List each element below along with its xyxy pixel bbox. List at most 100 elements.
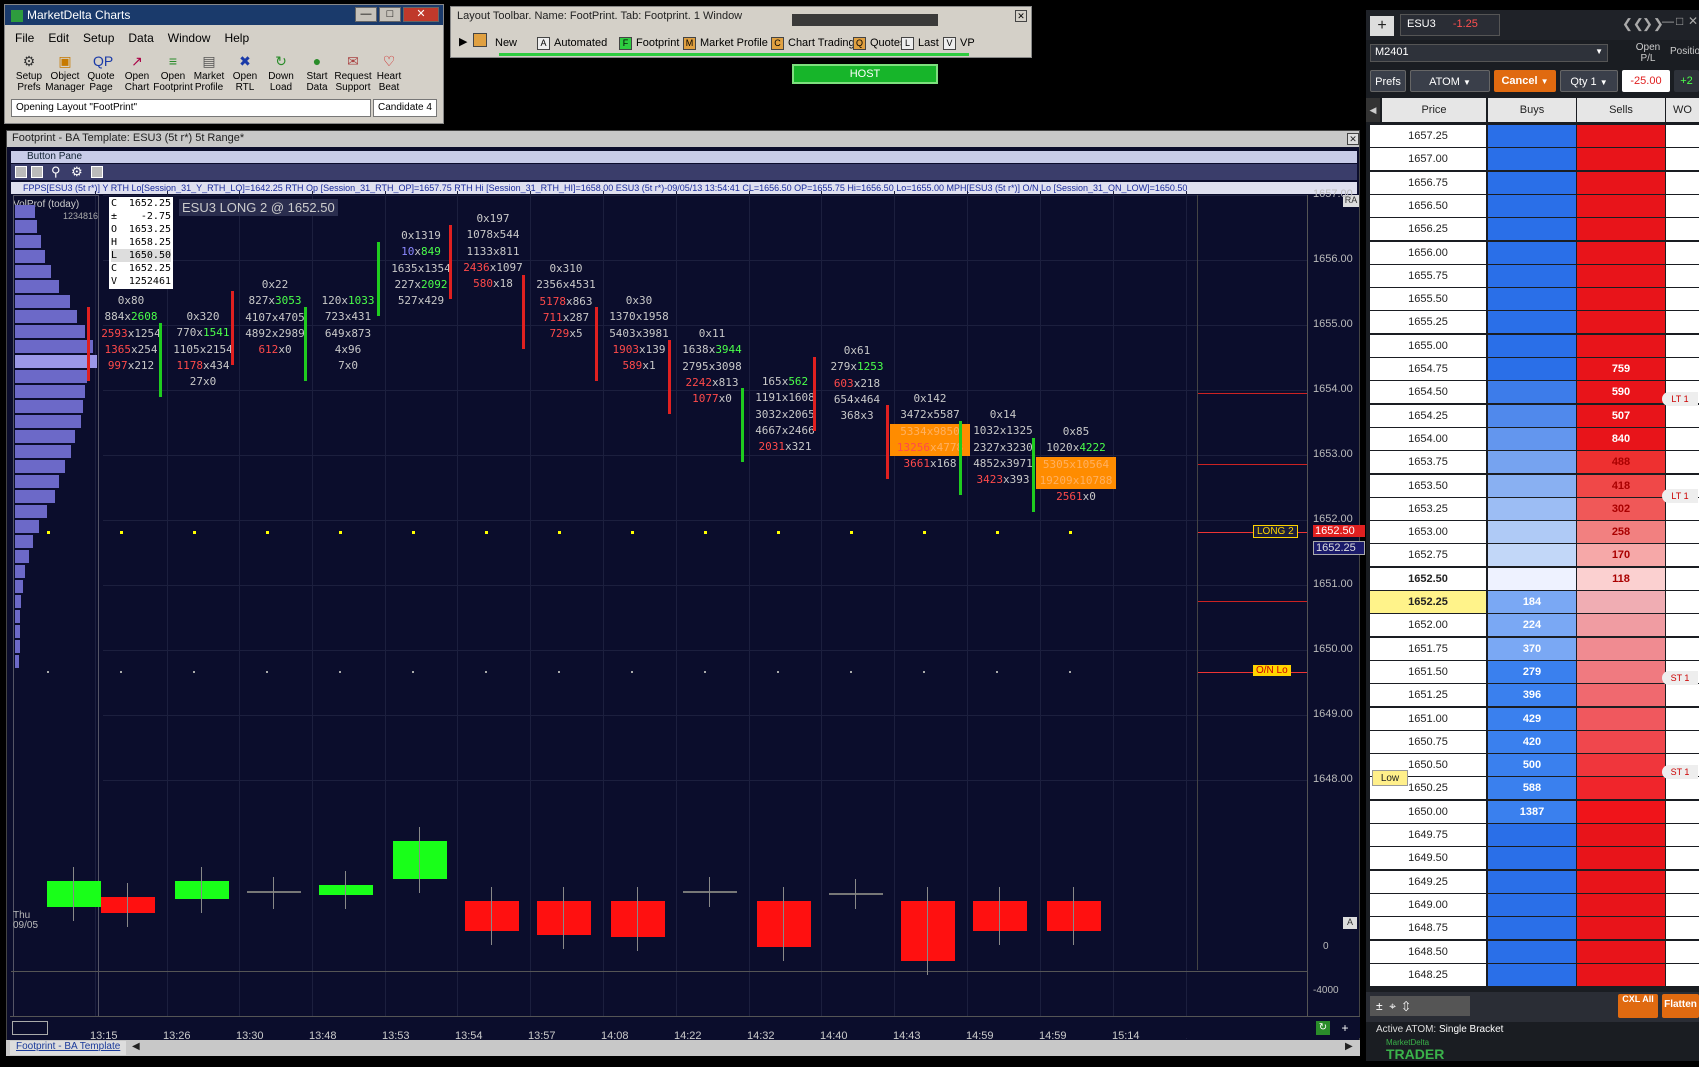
dom-sell-cell[interactable] [1577, 288, 1665, 311]
chart-title[interactable]: Footprint - BA Template: ESU3 (5t r*) 5t… [7, 131, 1359, 147]
dom-row[interactable]: 1654.25 507 [1366, 404, 1699, 428]
account-select[interactable]: M2401 ▼ [1370, 44, 1608, 62]
dom-wo-cell[interactable] [1666, 544, 1699, 567]
dom-sell-cell[interactable] [1577, 241, 1665, 264]
dom-row[interactable]: 1650.75 420 [1366, 730, 1699, 754]
dom-price-cell[interactable]: 1651.25 [1370, 684, 1486, 707]
dom-buy-cell[interactable]: 184 [1488, 591, 1576, 613]
tool-start-data-button[interactable]: ● Start Data [297, 53, 337, 93]
dom-buy-cell[interactable] [1488, 334, 1576, 357]
dom-buy-cell[interactable] [1488, 847, 1576, 870]
dom-wo-cell[interactable] [1666, 637, 1699, 660]
dom-price-cell[interactable]: 1654.50 [1370, 381, 1486, 404]
dom-buy-cell[interactable] [1488, 125, 1576, 147]
dom-price-cell[interactable]: 1649.25 [1370, 870, 1486, 893]
settings-gear-icon[interactable]: ⚙ [71, 164, 83, 180]
footprint-bar[interactable]: 0x310 2356x4531 5178x863 711x287 729x5 [526, 261, 606, 342]
dom-sell-cell[interactable] [1577, 963, 1665, 986]
prefs-button[interactable]: Prefs [1370, 70, 1406, 92]
layout-tab-last[interactable]: L Last [901, 34, 939, 52]
layout-tab-quotes[interactable]: Q Quotes [853, 34, 905, 52]
dom-sell-cell[interactable]: 170 [1577, 544, 1665, 567]
dom-price-cell[interactable]: 1648.75 [1370, 917, 1486, 940]
dom-sell-cell[interactable] [1577, 800, 1665, 823]
footprint-bar[interactable]: 0x85 1020x4222 5305x10564 19209x10788 2561x0 [1036, 424, 1116, 505]
dom-row[interactable]: 1653.25 302 [1366, 497, 1699, 521]
dom-sell-cell[interactable]: 258 [1577, 521, 1665, 544]
dom-row[interactable]: 1652.25 184 [1366, 591, 1699, 614]
dom-wo-cell[interactable] [1666, 567, 1699, 590]
dom-price-cell[interactable]: 1653.00 [1370, 521, 1486, 544]
qty-select[interactable]: Qty 1 ▼ [1560, 70, 1618, 92]
dom-wo-cell[interactable] [1666, 148, 1699, 171]
tool-heart-beat-button[interactable]: ♡ Heart Beat [369, 53, 409, 93]
dom-buy-cell[interactable] [1488, 148, 1576, 171]
dom-row[interactable]: 1651.75 370 [1366, 637, 1699, 661]
footprint-bar[interactable]: 0x30 1370x1958 5403x3981 1903x139 589x1 [599, 293, 679, 374]
tool-request-support-button[interactable]: ✉ Request Support [333, 53, 373, 93]
dom-row[interactable]: 1652.00 224 [1366, 614, 1699, 637]
dom-row[interactable]: 1651.00 429 [1366, 707, 1699, 731]
lt-tag[interactable]: LT 1 [1662, 392, 1698, 406]
dom-row[interactable]: 1657.00 [1366, 148, 1699, 171]
bars-icon[interactable] [31, 166, 43, 178]
refresh-icon[interactable]: ↻ [1316, 1021, 1330, 1035]
dom-price-cell[interactable]: 1656.25 [1370, 218, 1486, 241]
dom-buy-cell[interactable] [1488, 940, 1576, 963]
dom-buy-cell[interactable]: 429 [1488, 707, 1576, 730]
chart-type-icon[interactable] [91, 166, 103, 178]
dom-row[interactable]: 1655.75 [1366, 264, 1699, 288]
dom-sell-cell[interactable] [1577, 334, 1665, 357]
dom-row[interactable]: 1651.25 396 [1366, 684, 1699, 707]
dom-row[interactable]: 1656.00 [1366, 241, 1699, 265]
dom-sell-cell[interactable] [1577, 218, 1665, 241]
footprint-bar[interactable]: 120x1033 723x431 649x873 4x96 7x0 [308, 293, 388, 374]
dom-row[interactable]: 1654.75 759 [1366, 358, 1699, 381]
dom-wo-cell[interactable] [1666, 777, 1699, 800]
dom-row[interactable]: 1656.25 [1366, 218, 1699, 241]
zoom-icon[interactable]: ⚲ [51, 164, 61, 180]
dom-buy-cell[interactable] [1488, 311, 1576, 334]
layout-tab-market-profile[interactable]: M Market Profile [683, 34, 768, 52]
chart-close-icon[interactable]: ✕ [1347, 133, 1359, 145]
dom-row[interactable]: 1653.75 488 [1366, 451, 1699, 474]
dom-row[interactable]: 1649.00 [1366, 893, 1699, 917]
dom-price-cell[interactable]: 1656.00 [1370, 241, 1486, 264]
symbol-tab[interactable]: ESU3 -1.25 [1400, 14, 1500, 36]
dom-wo-cell[interactable] [1666, 451, 1699, 474]
dom-wo-cell[interactable] [1666, 427, 1699, 450]
play-icon[interactable]: ▶ [459, 35, 467, 48]
dom-buy-cell[interactable] [1488, 474, 1576, 497]
menu-data[interactable]: Data [128, 31, 153, 45]
dom-price-cell[interactable]: 1649.75 [1370, 824, 1486, 846]
dom-sell-cell[interactable] [1577, 148, 1665, 171]
dom-buy-cell[interactable] [1488, 963, 1576, 986]
dom-sell-cell[interactable]: 507 [1577, 404, 1665, 427]
dom-buy-cell[interactable] [1488, 917, 1576, 940]
layout-toolbar-close-icon[interactable]: ✕ [1015, 10, 1027, 22]
dom-row[interactable]: 1650.50 500 [1366, 754, 1699, 777]
menu-file[interactable]: File [15, 31, 34, 45]
dom-price-cell[interactable]: 1649.00 [1370, 893, 1486, 916]
dom-row[interactable]: 1650.00 1387 [1366, 800, 1699, 824]
dom-wo-cell[interactable] [1666, 591, 1699, 613]
dom-buy-cell[interactable]: 420 [1488, 730, 1576, 753]
dom-row[interactable]: 1655.50 [1366, 288, 1699, 311]
tab-scroll-left[interactable]: ◀ [132, 1041, 140, 1052]
dom-wo-cell[interactable] [1666, 847, 1699, 870]
st-tag[interactable]: ST 1 [1662, 765, 1698, 779]
dom-price-cell[interactable]: 1649.50 [1370, 847, 1486, 870]
dom-buy-cell[interactable] [1488, 194, 1576, 217]
dom-wo-cell[interactable] [1666, 334, 1699, 357]
layout-tab-footprint[interactable]: F Footprint [619, 34, 679, 52]
tab-scroll-right[interactable]: ▶ [1345, 1041, 1353, 1052]
flatten-button[interactable]: Flatten [1662, 994, 1699, 1018]
layout-tab-new[interactable]: New [495, 34, 517, 52]
dom-buy-cell[interactable] [1488, 171, 1576, 194]
dom-buy-cell[interactable] [1488, 870, 1576, 893]
dom-row[interactable]: 1648.25 [1366, 963, 1699, 987]
footprint-bar[interactable]: 0x14 1032x1325 2327x3230 4852x3971 3423x393 [963, 407, 1043, 488]
dom-wo-cell[interactable] [1666, 171, 1699, 194]
dom-wo-cell[interactable] [1666, 684, 1699, 707]
dom-buy-cell[interactable]: 588 [1488, 777, 1576, 800]
